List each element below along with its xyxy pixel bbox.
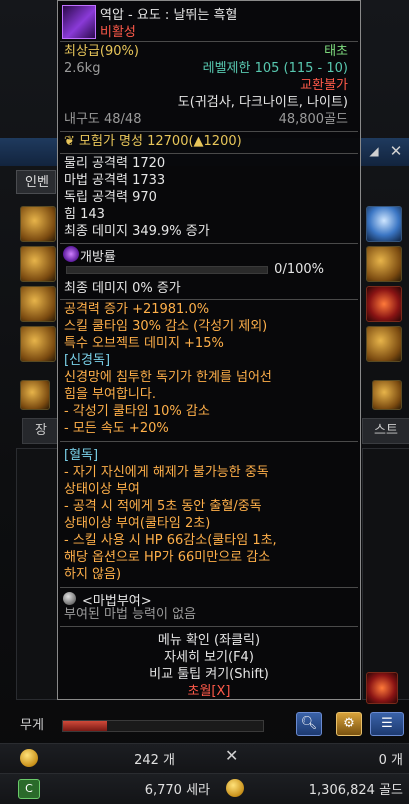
option-line: 특수 오브젝트 데미지 +15% (64, 336, 224, 351)
open-rate-progress-bar (66, 266, 268, 274)
item-tooltip: 역압 - 요도 : 날뛰는 흑혈 비활성 최상급(90%) 태초 2.6kg 레… (57, 0, 361, 700)
divider (60, 153, 358, 154)
item-status-tag: 비활성 (100, 25, 136, 40)
item-rarity: 태초 (324, 44, 348, 59)
magic-enchant-text: 부여된 마법 능력이 없음 (64, 607, 196, 622)
option-line: 공격력 증가 +21981.0% (64, 302, 210, 317)
blood-line: 상태이상 부여 (64, 482, 140, 497)
tab-right[interactable]: 스트 (362, 418, 409, 444)
weight-bar (62, 720, 264, 732)
blood-line: 해당 옵션으로 HP가 66미만으로 감소 (64, 550, 271, 565)
inventory-item-slot[interactable] (366, 672, 398, 704)
inventory-grid-area-right (362, 448, 409, 700)
final-damage-line: 최종 데미지 0% 증가 (64, 281, 181, 296)
stat-line: 독립 공격력 970 (64, 190, 157, 205)
divider (60, 131, 358, 132)
equip-slot[interactable] (20, 326, 56, 362)
settings-button[interactable]: ⚙ (336, 712, 362, 736)
list-icon: ☰ (381, 716, 393, 731)
gold-coins-icon (226, 779, 244, 797)
stat-line: 물리 공격력 1720 (64, 156, 166, 171)
divider (60, 441, 358, 442)
blood-line: - 스킬 사용 시 HP 66감소(쿨타임 1초, (64, 533, 277, 548)
item-weight: 2.6kg (64, 61, 101, 76)
search-button[interactable]: 🔍︎ (296, 712, 322, 736)
neuro-line: - 모든 속도 +20% (64, 421, 169, 436)
neuro-line: 신경망에 침투한 독기가 한계를 넘어선 (64, 370, 272, 385)
usable-classes: 도(귀검사, 다크나이트, 나이트) (177, 95, 348, 110)
cera-amount: 6,770 세라 (144, 783, 210, 798)
item-count-right: 0 개 (378, 753, 403, 768)
list-view-button[interactable]: ☰ (370, 712, 404, 736)
divider (60, 626, 358, 627)
blood-line: 상태이상 부여(쿨타임 2초) (64, 516, 211, 531)
open-rate-progress-text: 0/100% (274, 262, 324, 277)
open-rate-label: 개방률 (80, 250, 116, 265)
sell-price: 48,800골드 (278, 112, 348, 127)
stat-line: 마법 공격력 1733 (64, 173, 166, 188)
item-icon (62, 5, 96, 39)
stat-line: 최종 데미지 349.9% 증가 (64, 224, 210, 239)
item-grade: 최상급(90%) (64, 44, 139, 59)
tab-jang[interactable]: 장 (22, 418, 60, 444)
blood-line: 하지 않음) (64, 567, 122, 582)
close-transcend-button[interactable]: 초월[X] (58, 680, 360, 699)
equip-slot[interactable] (20, 206, 56, 242)
divider (60, 299, 358, 300)
neuro-line: - 각성기 쿨타임 10% 감소 (64, 404, 210, 419)
equip-slot[interactable] (20, 246, 56, 282)
neuro-line: 힘을 부여합니다. (64, 387, 156, 402)
gear-icon: ⚙ (343, 716, 355, 731)
divider (60, 41, 358, 42)
option-line: 스킬 쿨타임 30% 감소 (각성기 제외) (64, 319, 268, 334)
adventure-fame: 모험가 명성 12700(▲1200) (79, 134, 242, 149)
gold-amount: 1,306,824 골드 (308, 783, 403, 798)
tab-inven[interactable]: 인벤 (16, 170, 56, 194)
equip-slot[interactable] (366, 246, 402, 282)
equip-slot[interactable] (20, 286, 56, 322)
level-limit: 레벨제한 105 (115 - 10) (202, 61, 348, 76)
equip-slot[interactable] (372, 380, 402, 410)
search-icon: 🔍︎ (300, 716, 318, 731)
inventory-close-icon[interactable]: ✕ (387, 142, 405, 160)
crossed-swords-icon: ✕ (225, 746, 239, 765)
equip-slot[interactable] (366, 326, 402, 362)
inventory-grid-area (16, 448, 58, 700)
equip-slot[interactable] (20, 380, 50, 410)
blood-title: [혈독] (64, 448, 99, 463)
equip-slot[interactable] (366, 206, 402, 242)
divider (60, 587, 358, 588)
item-count-left: 242 개 (134, 753, 175, 768)
inventory-settings-icon[interactable]: ◢ (365, 142, 383, 160)
fame-icon: ❦ (64, 134, 75, 149)
stat-line: 힘 143 (64, 207, 105, 222)
blood-line: - 자기 자신에게 해제가 불가능한 중독 (64, 465, 269, 480)
equip-slot[interactable] (366, 286, 402, 322)
magic-orb-icon (63, 592, 76, 605)
weight-label: 무게 (20, 718, 44, 733)
durability: 내구도 48/48 (64, 112, 142, 127)
trade-status: 교환불가 (300, 78, 348, 93)
neuro-title: [신경독] (64, 353, 111, 368)
open-rate-icon (63, 246, 79, 262)
blood-line: - 공격 시 적에게 5초 동안 출혈/중독 (64, 499, 262, 514)
divider (60, 243, 358, 244)
